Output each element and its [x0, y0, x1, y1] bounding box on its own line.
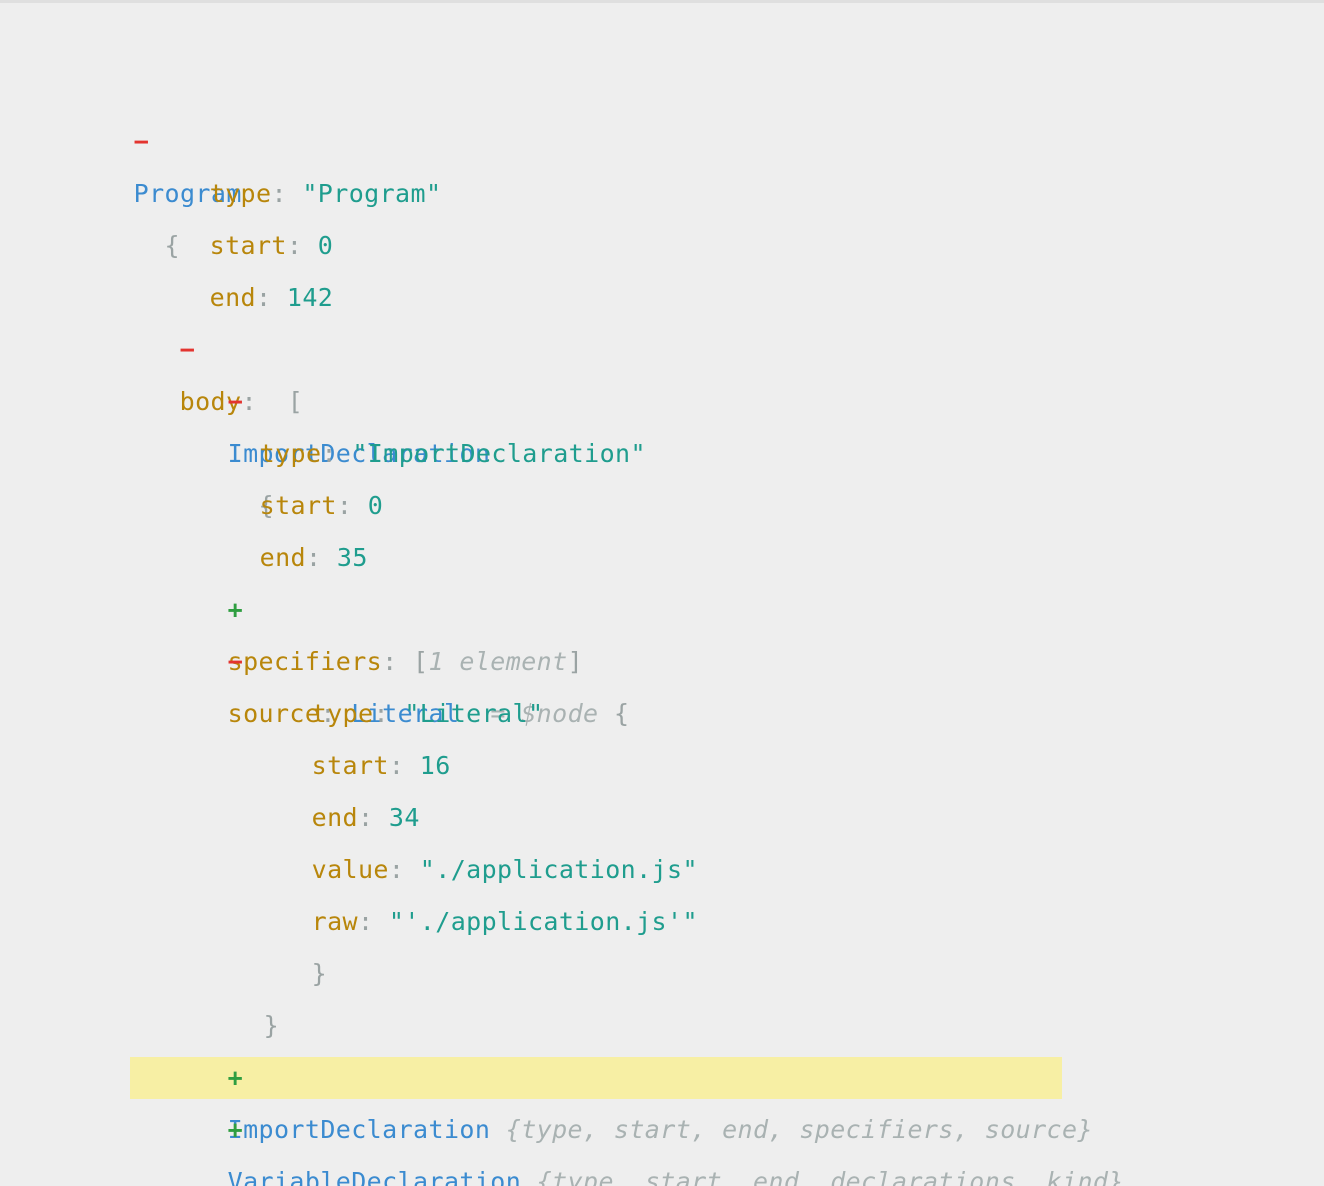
tree-row-program-type[interactable]: type: "Program"	[0, 64, 1324, 208]
colon: :	[255, 283, 272, 312]
property-name: start	[259, 491, 337, 520]
tree-row-program[interactable]: − Program {	[0, 12, 1324, 260]
collapse-minus-icon[interactable]: −	[180, 324, 204, 376]
colon: :	[336, 491, 353, 520]
property-name: end	[311, 803, 358, 832]
property-name: value	[311, 855, 389, 884]
property-value: "'./application.js'"	[388, 907, 698, 936]
property-value: "./application.js"	[419, 855, 698, 884]
property-value: 0	[367, 491, 384, 520]
node-summary-label: {type, start, end, specifiers, source}	[505, 1115, 1093, 1144]
property-name: type	[311, 699, 374, 728]
collapse-minus-icon[interactable]: −	[134, 116, 158, 168]
colon: :	[357, 907, 374, 936]
element-count-label: 1 element	[428, 647, 568, 676]
property-value: 35	[336, 543, 368, 572]
selection-highlight	[130, 1057, 1062, 1099]
close-bracket: ]	[567, 647, 584, 676]
node-type-label[interactable]: ImportDeclaration	[228, 1115, 491, 1144]
colon: :	[286, 231, 303, 260]
property-name: type	[259, 439, 322, 468]
open-bracket: [	[413, 647, 429, 676]
ast-tree: − Program { type: "Program" start: 0 end…	[0, 3, 1324, 1186]
ast-tree-viewer: − Program { type: "Program" start: 0 end…	[0, 0, 1324, 1186]
colon: :	[388, 751, 405, 780]
property-name: end	[209, 283, 256, 312]
expand-plus-icon[interactable]: +	[228, 584, 252, 636]
expand-plus-icon[interactable]: +	[228, 1104, 252, 1156]
open-brace: {	[613, 699, 630, 728]
open-bracket: [	[287, 387, 304, 416]
property-value: 142	[286, 283, 334, 312]
colon: :	[357, 803, 374, 832]
collapse-minus-icon[interactable]: −	[228, 636, 252, 688]
property-name: start	[209, 231, 287, 260]
collapse-minus-icon[interactable]: −	[228, 376, 252, 428]
close-brace: }	[311, 959, 328, 988]
tree-row-program-start[interactable]: start: 0	[0, 116, 1324, 260]
node-type-label[interactable]: VariableDeclaration	[228, 1167, 522, 1186]
expand-plus-icon[interactable]: +	[228, 1052, 252, 1104]
property-value: 16	[419, 751, 451, 780]
property-value: "ImportDeclaration"	[352, 439, 646, 468]
colon: :	[382, 647, 398, 676]
close-brace: }	[263, 1011, 280, 1040]
colon: :	[388, 855, 405, 884]
property-name: raw	[311, 907, 358, 936]
node-summary-label: {type, start, end, declarations, kind}	[536, 1167, 1124, 1186]
property-value: "Program"	[302, 179, 442, 208]
property-value: 34	[388, 803, 420, 832]
colon: :	[271, 179, 287, 208]
property-name: end	[259, 543, 306, 572]
colon: :	[373, 699, 389, 728]
property-name: type	[209, 179, 272, 208]
property-name: start	[311, 751, 389, 780]
property-value: "Literal"	[404, 699, 544, 728]
property-value: 0	[317, 231, 334, 260]
colon: :	[305, 543, 322, 572]
colon: :	[321, 439, 337, 468]
